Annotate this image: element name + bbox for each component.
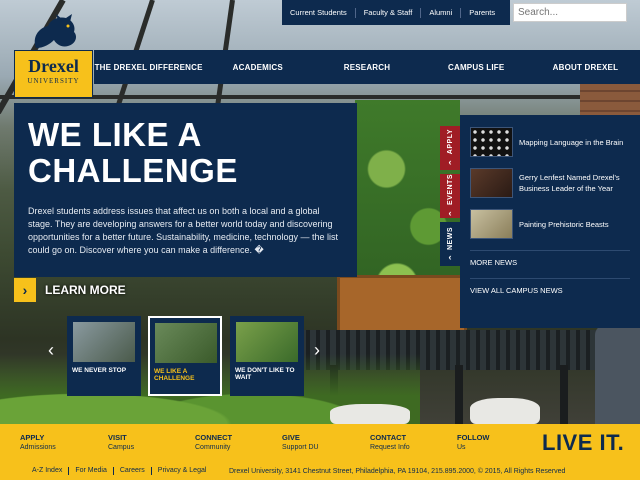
util-link-faculty-staff[interactable]: Faculty & Staff <box>356 7 422 18</box>
footer-sub: Us <box>457 444 466 451</box>
footer-heading: FOLLOW <box>457 433 490 442</box>
chevron-left-icon: ‹ <box>448 251 452 262</box>
footer-sub: Admissions <box>20 444 56 451</box>
carousel-thumbnail <box>73 322 135 362</box>
learn-more-button[interactable]: › LEARN MORE <box>14 278 135 302</box>
logo-plate: Drexel UNIVERSITY <box>14 50 93 98</box>
footer-links: A-Z Index For Media Careers Privacy & Le… <box>0 467 212 475</box>
news-thumbnail <box>470 168 513 198</box>
footer-link-az-index[interactable]: A-Z Index <box>26 467 70 475</box>
hero-body: Drexel students address issues that affe… <box>28 206 338 255</box>
carousel-caption: WE NEVER STOP <box>72 367 127 374</box>
footer-contact[interactable]: CONTACT Request Info <box>370 433 410 451</box>
nav-about-drexel[interactable]: ABOUT DREXEL <box>531 63 640 72</box>
hero-title: WE LIKE A CHALLENGE <box>28 116 238 189</box>
carousel-caption: WE LIKE A CHALLENGE <box>154 368 195 382</box>
footer-bottom: A-Z Index For Media Careers Privacy & Le… <box>0 462 640 480</box>
footer-sub: Request Info <box>370 444 410 451</box>
news-thumbnail <box>470 209 513 239</box>
carousel-item-active[interactable]: WE LIKE A CHALLENGE <box>148 316 222 396</box>
nav-research[interactable]: RESEARCH <box>312 63 421 72</box>
utility-nav: Current Students Faculty & Staff Alumni … <box>282 0 510 25</box>
nav-campus-life[interactable]: CAMPUS LIFE <box>422 63 531 72</box>
carousel-thumbnail <box>236 322 298 362</box>
footer-connect[interactable]: CONNECT Community <box>195 433 232 451</box>
footer-bar: APPLY Admissions VISIT Campus CONNECT Co… <box>0 424 640 462</box>
util-link-alumni[interactable]: Alumni <box>421 7 462 18</box>
news-item-title: Gerry Lenfest Named Drexel's Business Le… <box>519 173 620 193</box>
view-all-news-link[interactable]: VIEW ALL CAMPUS NEWS <box>470 278 630 302</box>
news-item[interactable]: Gerry Lenfest Named Drexel's Business Le… <box>470 168 630 198</box>
drexel-logo[interactable]: Drexel UNIVERSITY <box>14 14 93 98</box>
footer-heading: APPLY <box>20 433 45 442</box>
footer-heading: CONTACT <box>370 433 407 442</box>
footer-visit[interactable]: VISIT Campus <box>108 433 134 451</box>
footer-link-media[interactable]: For Media <box>69 467 114 475</box>
carousel-prev-icon[interactable]: ‹ <box>48 340 54 361</box>
carousel-next-icon[interactable]: › <box>314 340 320 361</box>
search-input[interactable] <box>513 3 627 22</box>
footer-follow[interactable]: FOLLOW Us <box>457 433 490 451</box>
footer-heading: VISIT <box>108 433 127 442</box>
main-nav: THE DREXEL DIFFERENCE ACADEMICS RESEARCH… <box>94 50 640 84</box>
footer-sub: Community <box>195 444 231 451</box>
nav-academics[interactable]: ACADEMICS <box>203 63 312 72</box>
footer-link-privacy[interactable]: Privacy & Legal <box>152 467 213 475</box>
news-thumbnail <box>470 127 513 157</box>
carousel-thumbnail <box>155 323 217 363</box>
more-news-link[interactable]: MORE NEWS <box>470 250 630 274</box>
news-panel: Mapping Language in the Brain Gerry Lenf… <box>460 115 640 328</box>
dragon-icon <box>34 14 76 48</box>
tab-apply[interactable]: APPLY ‹ <box>440 126 460 170</box>
util-link-current-students[interactable]: Current Students <box>282 7 356 18</box>
footer-sub: Support DU <box>282 444 319 451</box>
carousel-item[interactable]: WE DON'T LIKE TO WAIT <box>230 316 304 396</box>
chevron-right-icon: › <box>14 278 36 302</box>
footer-address: Drexel University, 3141 Chestnut Street,… <box>229 467 566 475</box>
util-link-parents[interactable]: Parents <box>461 8 503 18</box>
footer-apply[interactable]: APPLY Admissions <box>20 433 56 451</box>
news-item[interactable]: Mapping Language in the Brain <box>470 127 630 157</box>
hero-panel: WE LIKE A CHALLENGE Drexel students addr… <box>14 103 357 277</box>
news-item-title: Mapping Language in the Brain <box>519 137 624 147</box>
chevron-left-icon: ‹ <box>448 207 452 218</box>
footer-sub: Campus <box>108 444 135 451</box>
tab-events-label: EVENTS <box>446 174 454 206</box>
chevron-left-icon: ‹ <box>448 156 452 167</box>
footer-heading: CONNECT <box>195 433 233 442</box>
carousel-item[interactable]: WE NEVER STOP <box>67 316 141 396</box>
learn-more-label: LEARN MORE <box>45 283 126 297</box>
footer-give[interactable]: GIVE Support DU <box>282 433 319 451</box>
footer-heading: GIVE <box>282 433 300 442</box>
tab-news-label: NEWS <box>446 226 454 250</box>
tab-apply-label: APPLY <box>446 129 454 155</box>
tab-news[interactable]: NEWS ‹ <box>440 222 460 266</box>
nav-drexel-difference[interactable]: THE DREXEL DIFFERENCE <box>94 63 203 72</box>
news-item-title: Painting Prehistoric Beasts <box>519 219 609 229</box>
carousel-caption: WE DON'T LIKE TO WAIT <box>235 367 295 381</box>
logo-subtitle: UNIVERSITY <box>27 77 80 85</box>
live-it-tagline: LIVE IT. <box>542 430 625 455</box>
news-item[interactable]: Painting Prehistoric Beasts <box>470 209 630 239</box>
side-tabs: APPLY ‹ EVENTS ‹ NEWS ‹ <box>440 126 460 266</box>
logo-wordmark: Drexel <box>28 56 79 76</box>
tab-events[interactable]: EVENTS ‹ <box>440 174 460 218</box>
footer-link-careers[interactable]: Careers <box>114 467 152 475</box>
